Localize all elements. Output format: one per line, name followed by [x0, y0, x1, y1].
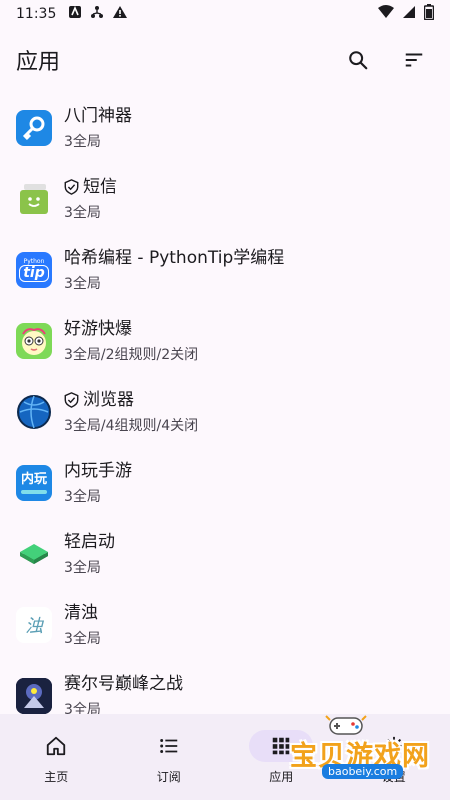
signal-icon: [402, 5, 416, 23]
app-name: 好游快爆: [64, 318, 132, 339]
search-button[interactable]: [338, 40, 378, 80]
app-name: 赛尔号巅峰之战: [64, 673, 183, 694]
nav-apps[interactable]: 应用: [225, 714, 338, 800]
nav-apps-label: 应用: [269, 769, 294, 784]
list-item[interactable]: 八门神器 3全局: [0, 92, 450, 163]
home-icon: [47, 736, 66, 755]
list-item[interactable]: 浏览器 3全局/4组规则/4关闭: [0, 376, 450, 447]
nav-subscriptions-label: 订阅: [156, 769, 181, 784]
gear-icon: [384, 736, 403, 755]
list-item[interactable]: Python tip 哈希编程 - PythonTip学编程 3全局: [0, 234, 450, 305]
nav-settings-label: 设置: [381, 769, 406, 784]
tree-notification-icon: [90, 5, 104, 23]
qingzhuo-icon: 浊: [16, 606, 52, 643]
app-name: 短信: [64, 176, 117, 198]
wifi-icon: [378, 5, 394, 23]
list-icon: [159, 738, 177, 753]
neiwan-icon-bar: [21, 489, 47, 494]
app-rules: 3全局: [64, 488, 101, 505]
app-name: 清浊: [64, 602, 98, 623]
globe-icon: [16, 394, 52, 430]
app-name: 浏览器: [64, 389, 198, 411]
apps-grid-icon: [273, 737, 290, 754]
haoyou-icon: [16, 322, 52, 359]
app-name: 轻启动: [64, 531, 115, 552]
sort-button[interactable]: [394, 40, 434, 80]
neiwan-icon: 内玩: [16, 464, 52, 501]
nav-settings-icon-wrap: [362, 730, 426, 762]
app-name: 八门神器: [64, 105, 132, 126]
neiwan-icon-label: 内玩: [20, 471, 47, 487]
nav-subscriptions[interactable]: 订阅: [113, 714, 226, 800]
chip-icon: [16, 536, 52, 572]
app-name: 哈希编程 - PythonTip学编程: [64, 247, 285, 268]
list-item[interactable]: 内玩 内玩手游 3全局: [0, 447, 450, 518]
app-rules: 3全局: [64, 701, 101, 715]
app-rules: 3全局: [64, 204, 101, 221]
battery-icon: [423, 4, 435, 24]
status-time: 11:35: [16, 6, 57, 22]
warning-icon: [112, 5, 128, 23]
key-tool-icon: [16, 109, 52, 146]
search-icon: [349, 51, 368, 70]
app-rules: 3全局: [64, 133, 101, 150]
a-notification-icon: [68, 5, 82, 23]
list-item[interactable]: 赛尔号巅峰之战 3全局: [0, 660, 450, 714]
shield-check-icon: [64, 391, 79, 408]
qingzhuo-icon-label: 浊: [25, 615, 43, 637]
app-rules: 3全局/2组规则/2关闭: [64, 346, 199, 363]
pythontip-icon-small-label: Python: [23, 257, 45, 265]
nav-settings[interactable]: 设置: [338, 714, 450, 800]
app-rules: 3全局/4组规则/4关闭: [64, 417, 199, 434]
shield-check-icon: [64, 178, 79, 195]
nav-home[interactable]: 主页: [0, 714, 113, 800]
app-rules: 3全局: [64, 559, 101, 576]
message-icon: [16, 181, 52, 217]
nav-home-label: 主页: [44, 769, 69, 784]
app-rules: 3全局: [64, 275, 101, 292]
app-name: 内玩手游: [64, 460, 132, 481]
list-item[interactable]: 轻启动 3全局: [0, 518, 450, 589]
game-icon: [16, 677, 52, 714]
list-item[interactable]: 浊 清浊 3全局: [0, 589, 450, 660]
top-app-bar: 应用: [0, 28, 450, 92]
page-title: 应用: [16, 50, 61, 75]
nav-home-icon-wrap: [24, 730, 88, 762]
status-bar: 11:35: [0, 0, 450, 28]
list-item[interactable]: 好游快爆 3全局/2组规则/2关闭: [0, 305, 450, 376]
nav-apps-icon-wrap: [249, 729, 314, 762]
app-rules: 3全局: [64, 630, 101, 647]
sort-icon: [405, 53, 423, 67]
bottom-navigation: 主页 订阅 应用 设置: [0, 714, 450, 800]
pythontip-icon-label: tip: [19, 264, 49, 282]
app-list: 八门神器 3全局 短信 3全局 Python tip 哈希编程 - Python…: [0, 92, 450, 714]
pythontip-icon: Python tip: [16, 251, 52, 288]
nav-subscriptions-icon-wrap: [137, 730, 201, 762]
list-item[interactable]: 短信 3全局: [0, 163, 450, 234]
